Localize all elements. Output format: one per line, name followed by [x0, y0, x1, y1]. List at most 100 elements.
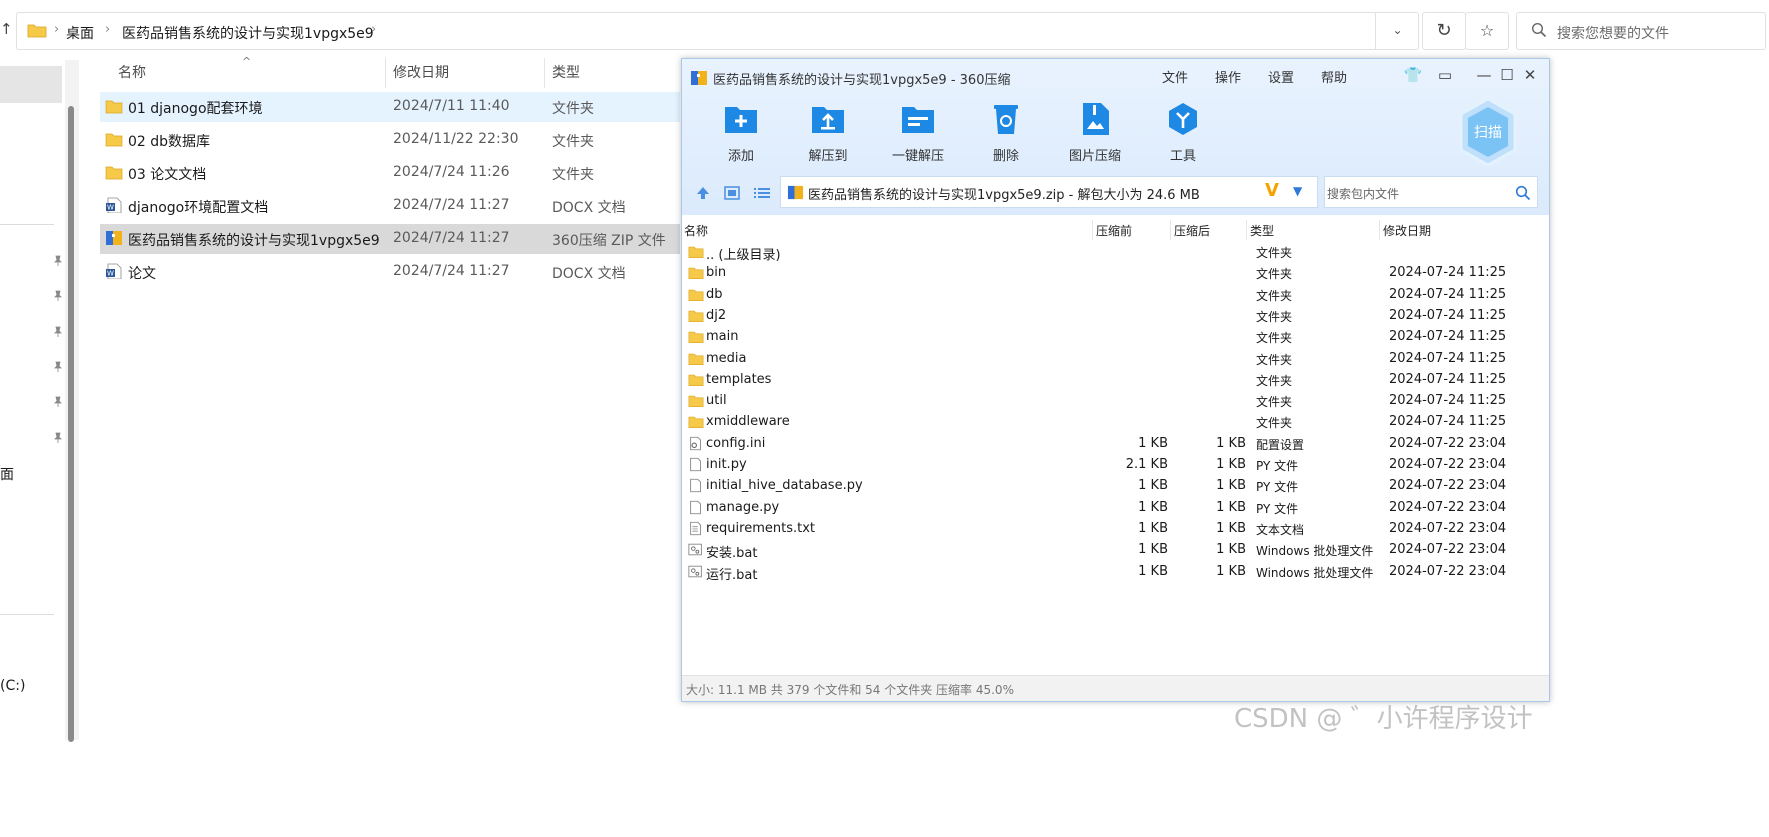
pin-icon[interactable]: [52, 326, 64, 338]
zip-entry-type: 文件夹: [1256, 373, 1293, 388]
pin-button[interactable]: ☆: [1465, 12, 1509, 50]
menu-help[interactable]: 帮助: [1321, 67, 1347, 86]
refresh-button[interactable]: ↻: [1422, 12, 1466, 50]
zip-entry-after: 1 KB: [1216, 478, 1246, 494]
column-header-modified[interactable]: 修改日期: [393, 58, 449, 90]
chevron-right-icon[interactable]: ›: [371, 22, 376, 37]
up-arrow-icon[interactable]: ↑: [0, 20, 13, 38]
file-row[interactable]: 03 论文文档 2024/7/24 11:26 文件夹: [100, 158, 680, 188]
zip-status-text: 大小: 11.1 MB 共 379 个文件和 54 个文件夹 压缩率 45.0%: [686, 683, 1014, 697]
tool-one-click-extract-button[interactable]: 一键解压: [883, 101, 953, 165]
zip-archive-icon: [787, 185, 804, 200]
zip-entry-name: config.ini: [706, 435, 766, 451]
zip-search-input[interactable]: 搜索包内文件: [1324, 176, 1538, 208]
pin-icon[interactable]: [52, 432, 64, 444]
folder-icon: [688, 246, 704, 259]
zip-header: 医药品销售系统的设计与实现1vpgx5e9 - 360压缩 文件 操作 设置 帮…: [682, 59, 1549, 215]
tool-extract-to-button[interactable]: 解压到: [793, 101, 863, 165]
zip-column-before[interactable]: 压缩前: [1096, 222, 1132, 239]
zip-entry-row[interactable]: initial_hive_database.py 1 KB 1 KB PY 文件 202…: [682, 476, 1549, 497]
zip-entry-row[interactable]: media 文件夹 2024-07-24 11:25: [682, 349, 1549, 370]
zip-entry-row[interactable]: main 文件夹 2024-07-24 11:25: [682, 327, 1549, 348]
close-icon[interactable]: ✕: [1520, 65, 1540, 85]
tool-add-button[interactable]: 添加: [706, 101, 776, 165]
zip-entry-row[interactable]: templates 文件夹 2024-07-24 11:25: [682, 370, 1549, 391]
file-row[interactable]: 01 djanogo配套环境 2024/7/11 11:40 文件夹: [100, 92, 680, 122]
pin-icon[interactable]: [52, 290, 64, 302]
maximize-icon[interactable]: ☐: [1497, 65, 1517, 85]
zip-column-after[interactable]: 压缩后: [1174, 222, 1210, 239]
column-divider[interactable]: [385, 58, 386, 88]
zip-entry-row[interactable]: 运行.bat 1 KB 1 KB Windows 批处理文件 2024-07-22 23…: [682, 562, 1549, 583]
file-row[interactable]: 02 db数据库 2024/11/22 22:30 文件夹: [100, 125, 680, 155]
zip-column-type[interactable]: 类型: [1250, 222, 1274, 239]
column-divider[interactable]: [1170, 220, 1171, 240]
pin-icon[interactable]: [52, 255, 64, 267]
zip-column-name[interactable]: 名称: [684, 222, 708, 239]
list-view-icon[interactable]: [753, 185, 771, 201]
column-header-name[interactable]: 名称: [118, 58, 146, 90]
tool-extract-to-label: 解压到: [808, 149, 848, 164]
column-header-type[interactable]: 类型: [552, 58, 580, 90]
svg-text:W: W: [107, 204, 114, 212]
skin-icon[interactable]: 👕: [1403, 65, 1423, 85]
search-icon[interactable]: [1515, 185, 1531, 201]
tool-tools-button[interactable]: 工具: [1148, 101, 1218, 165]
zip-entry-row[interactable]: dj2 文件夹 2024-07-24 11:25: [682, 306, 1549, 327]
view-mode-icon[interactable]: [724, 185, 740, 201]
nav-selected-item[interactable]: [0, 66, 62, 103]
column-divider[interactable]: [544, 58, 545, 88]
file-type: DOCX 文档: [552, 200, 626, 216]
delete-icon: [994, 105, 1018, 134]
file-row[interactable]: 医药品销售系统的设计与实现1vpgx5e9 2024/7/24 11:27 360压…: [100, 224, 680, 254]
zip-entry-row[interactable]: util 文件夹 2024-07-24 11:25: [682, 391, 1549, 412]
zip-entry-row[interactable]: bin 文件夹 2024-07-24 11:25: [682, 263, 1549, 284]
nav-item-desktop[interactable]: 面: [0, 464, 14, 484]
nav-scrollbar-thumb[interactable]: [68, 106, 74, 742]
breadcrumb-desktop[interactable]: 桌面: [66, 23, 94, 43]
address-history-dropdown[interactable]: ⌄: [1375, 12, 1419, 50]
file-row[interactable]: W 论文 2024/7/24 11:27 DOCX 文档: [100, 257, 680, 287]
zip-entry-row[interactable]: 安装.bat 1 KB 1 KB Windows 批处理文件 2024-07-22 23…: [682, 540, 1549, 561]
column-divider[interactable]: [1379, 220, 1380, 240]
one-click-extract-icon: [902, 107, 934, 133]
menu-operate[interactable]: 操作: [1215, 67, 1241, 86]
tool-tools-label: 工具: [1169, 149, 1196, 164]
zip-path-bar[interactable]: 医药品销售系统的设计与实现1vpgx5e9.zip - 解包大小为 24.6 M…: [780, 176, 1318, 208]
address-bar[interactable]: › 桌面 › 医药品销售系统的设计与实现1vpgx5e9 ›: [16, 12, 1419, 50]
zip-entry-row[interactable]: requirements.txt 1 KB 1 KB 文本文档 2024-07-22 2…: [682, 519, 1549, 540]
zip-entry-modified: 2024-07-22 23:04: [1389, 499, 1507, 515]
zip-column-modified[interactable]: 修改日期: [1383, 222, 1431, 239]
zip-entry-row[interactable]: manage.py 1 KB 1 KB PY 文件 2024-07-22 23:04: [682, 498, 1549, 519]
zip-entry-row[interactable]: db 文件夹 2024-07-24 11:25: [682, 285, 1549, 306]
zip-entry-row[interactable]: .. (上级目录) 文件夹: [682, 242, 1549, 263]
message-icon[interactable]: ▭: [1435, 65, 1455, 85]
pin-icon[interactable]: [52, 361, 64, 373]
tool-image-compress-button[interactable]: 图片压缩: [1060, 101, 1130, 165]
file-modified: 2024/7/11 11:40: [393, 98, 510, 114]
v-logo-icon[interactable]: V: [1265, 180, 1279, 201]
minimize-icon[interactable]: —: [1474, 65, 1494, 85]
tools-icon: [1169, 103, 1197, 135]
file-row[interactable]: Wdjanogo环境配置文档 2024/7/24 11:27 DOCX 文档: [100, 191, 680, 221]
chevron-down-icon[interactable]: ▼: [1293, 184, 1302, 198]
nav-item-drive-c[interactable]: (C:): [0, 678, 25, 694]
zip-entry-row[interactable]: config.ini 1 KB 1 KB 配置设置 2024-07-22 23:04: [682, 434, 1549, 455]
menu-settings[interactable]: 设置: [1268, 67, 1294, 86]
zip-entry-name: 安装.bat: [706, 546, 758, 562]
breadcrumb-current-folder[interactable]: 医药品销售系统的设计与实现1vpgx5e9: [122, 23, 374, 43]
scan-button[interactable]: 扫描: [1457, 97, 1519, 167]
menu-file[interactable]: 文件: [1162, 67, 1188, 86]
up-folder-icon[interactable]: [695, 185, 711, 201]
zip-entry-modified: 2024-07-22 23:04: [1389, 435, 1507, 451]
zip-entry-after: 1 KB: [1216, 457, 1246, 472]
tool-delete-button[interactable]: 删除: [971, 101, 1041, 165]
image-compress-icon: [1083, 103, 1109, 135]
zip-entry-name: requirements.txt: [706, 520, 816, 536]
column-divider[interactable]: [1092, 220, 1093, 240]
column-divider[interactable]: [1246, 220, 1247, 240]
zip-entry-row[interactable]: xmiddleware 文件夹 2024-07-24 11:25: [682, 412, 1549, 433]
search-input[interactable]: 搜索您想要的文件: [1516, 12, 1766, 50]
pin-icon[interactable]: [52, 396, 64, 408]
zip-entry-row[interactable]: init.py 2.1 KB 1 KB PY 文件 2024-07-22 23:04: [682, 455, 1549, 476]
